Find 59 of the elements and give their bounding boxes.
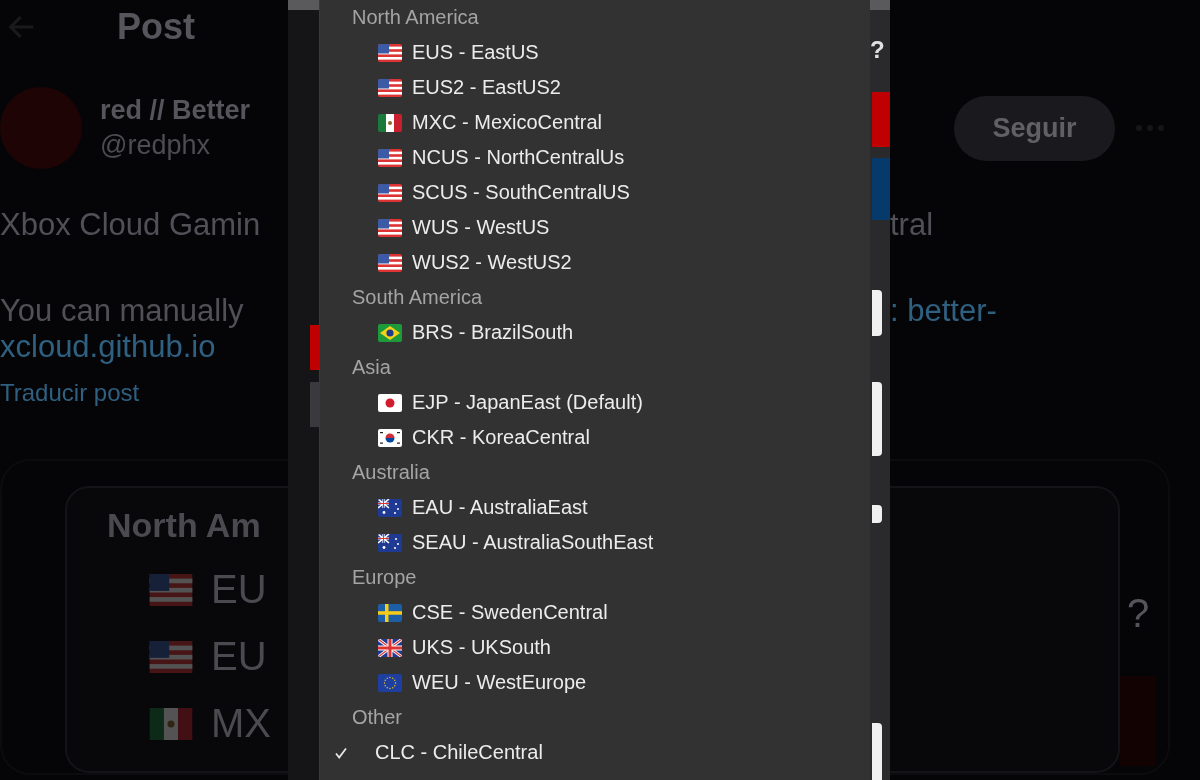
page-title: Post bbox=[117, 6, 195, 48]
menu-option[interactable]: MXC - MexicoCentral bbox=[320, 105, 870, 140]
setting-tile bbox=[872, 158, 890, 220]
us-flag-icon bbox=[378, 253, 402, 272]
post-text: Xbox Cloud Gamin bbox=[0, 207, 262, 243]
menu-option[interactable]: UKS - UKSouth bbox=[320, 630, 870, 665]
korea-flag-icon bbox=[378, 428, 402, 447]
checkmark-icon bbox=[334, 745, 348, 760]
menu-option[interactable]: NCUS - NorthCentralUs bbox=[320, 140, 870, 175]
setting-tile bbox=[310, 325, 319, 370]
panel-top-bar bbox=[288, 0, 319, 10]
us-flag-icon bbox=[378, 148, 402, 167]
help-mark: ? bbox=[1126, 591, 1150, 636]
image-heading: North Am bbox=[107, 506, 261, 545]
panel-top-bar bbox=[870, 0, 890, 10]
japan-flag-icon bbox=[378, 393, 402, 412]
post-text: tral bbox=[890, 207, 935, 243]
us-flag-icon bbox=[378, 183, 402, 202]
group-label: Australia bbox=[351, 460, 431, 485]
australia-flag-icon bbox=[378, 498, 402, 517]
brazil-flag-icon bbox=[378, 323, 402, 342]
image-text: EU bbox=[211, 567, 267, 612]
menu-option[interactable]: EUS - EastUS bbox=[320, 35, 870, 70]
menu-option[interactable]: WEU - WestEurope bbox=[320, 665, 870, 700]
uk-flag-icon bbox=[378, 638, 402, 657]
menu-option[interactable]: CKR - KoreaCentral bbox=[320, 420, 870, 455]
group-label: Europe bbox=[351, 565, 418, 590]
us-flag-icon bbox=[378, 43, 402, 62]
menu-option[interactable]: WUS2 - WestUS2 bbox=[320, 245, 870, 280]
group-label: North America bbox=[351, 5, 480, 30]
group-label: South America bbox=[351, 285, 484, 310]
menu-option[interactable]: EJP - JapanEast (Default) bbox=[320, 385, 870, 420]
mexico-flag-icon bbox=[378, 113, 402, 132]
toggle-edge bbox=[872, 505, 882, 523]
group-label: Other bbox=[351, 705, 404, 730]
help-mark: ? bbox=[870, 36, 885, 64]
menu-option[interactable]: EUS2 - EastUS2 bbox=[320, 70, 870, 105]
toggle-edge bbox=[872, 723, 882, 780]
eu-flag-icon bbox=[378, 673, 402, 692]
us-flag-icon bbox=[147, 640, 195, 673]
mexico-flag-icon bbox=[147, 707, 195, 740]
setting-tile bbox=[872, 92, 890, 147]
menu-option[interactable]: SEAU - AustraliaSouthEast bbox=[320, 525, 870, 560]
menu-option[interactable]: EAU - AustraliaEast bbox=[320, 490, 870, 525]
menu-option[interactable]: WUS - WestUS bbox=[320, 210, 870, 245]
image-text: MX bbox=[211, 701, 271, 746]
australia-flag-icon bbox=[378, 533, 402, 552]
post-text: You can manually bbox=[0, 293, 245, 329]
image-text: EU bbox=[211, 634, 267, 679]
menu-option[interactable]: CSE - SwedenCentral bbox=[320, 595, 870, 630]
menu-option[interactable]: BRS - BrazilSouth bbox=[320, 315, 870, 350]
toggle-edge bbox=[872, 290, 882, 336]
sweden-flag-icon bbox=[378, 603, 402, 622]
us-flag-icon bbox=[147, 573, 195, 606]
group-label: Asia bbox=[351, 355, 392, 380]
us-flag-icon bbox=[378, 78, 402, 97]
menu-option[interactable]: SCUS - SouthCentralUS bbox=[320, 175, 870, 210]
us-flag-icon bbox=[378, 218, 402, 237]
menu-option[interactable]: CLC - ChileCentral bbox=[320, 735, 870, 770]
